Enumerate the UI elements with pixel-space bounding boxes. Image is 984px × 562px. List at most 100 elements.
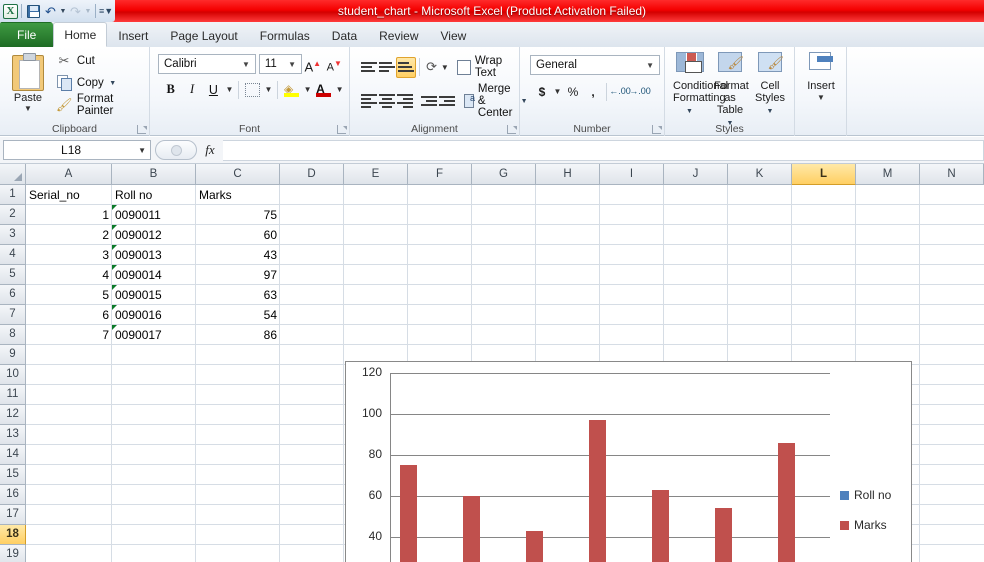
fill-color-dropdown-icon[interactable]: ▼ (302, 79, 313, 100)
align-left-button[interactable] (360, 91, 378, 112)
undo-dropdown-icon[interactable]: ▼ (59, 8, 67, 15)
format-painter-button[interactable]: 🖌 Format Painter (52, 94, 145, 116)
insert-cells-button[interactable]: Insert ▼ (799, 50, 843, 104)
paste-dropdown-icon[interactable]: ▼ (4, 104, 52, 113)
legend-item-roll-no[interactable]: Roll no (840, 488, 891, 502)
align-bottom-button[interactable] (396, 57, 416, 78)
font-name-combo[interactable]: Calibri ▼ (158, 54, 256, 74)
borders-button[interactable] (242, 79, 263, 100)
column-header-j[interactable]: J (664, 164, 728, 185)
bar-marks-1[interactable] (400, 465, 417, 562)
align-center-button[interactable] (378, 91, 396, 112)
undo-icon[interactable]: ↶ (42, 3, 59, 20)
row-header-14[interactable]: 14 (0, 445, 26, 465)
column-header-e[interactable]: E (344, 164, 408, 185)
cell-c8[interactable]: 86 (196, 325, 280, 345)
copy-dropdown-icon[interactable]: ▼ (109, 80, 117, 87)
cell-a1[interactable]: Serial_no (26, 185, 112, 205)
name-box[interactable]: L18 ▼ (3, 140, 151, 160)
row-header-6[interactable]: 6 (0, 285, 26, 305)
column-header-g[interactable]: G (472, 164, 536, 185)
conditional-formatting-dropdown-icon[interactable]: ▼ (686, 106, 694, 118)
cell-styles-dropdown-icon[interactable]: ▼ (766, 106, 774, 118)
cell-b3[interactable]: 0090012 (112, 225, 196, 245)
column-header-l[interactable]: L (792, 164, 856, 185)
column-header-b[interactable]: B (112, 164, 196, 185)
row-header-11[interactable]: 11 (0, 385, 26, 405)
currency-button[interactable]: $ (532, 81, 552, 102)
column-header-d[interactable]: D (280, 164, 344, 185)
row-header-1[interactable]: 1 (0, 185, 26, 205)
insert-function-icon[interactable]: fx (197, 142, 223, 158)
column-header-c[interactable]: C (196, 164, 280, 185)
cell-b8[interactable]: 0090017 (112, 325, 196, 345)
redo-dropdown-icon[interactable]: ▼ (84, 8, 92, 15)
cell-c4[interactable]: 43 (196, 245, 280, 265)
chart-legend[interactable]: Roll no Marks (840, 488, 891, 548)
cell-c7[interactable]: 54 (196, 305, 280, 325)
increase-decimal-button[interactable]: ←.00 (610, 81, 630, 102)
legend-item-marks[interactable]: Marks (840, 518, 891, 532)
grow-font-icon[interactable]: A▲ (302, 54, 323, 74)
column-header-a[interactable]: A (26, 164, 112, 185)
redo-icon[interactable]: ↷ (67, 3, 84, 20)
font-size-combo[interactable]: 11 ▼ (259, 54, 302, 74)
bar-marks-4[interactable] (589, 420, 606, 562)
tab-view[interactable]: View (430, 24, 478, 47)
clipboard-dialog-launcher-icon[interactable] (137, 125, 146, 134)
comma-button[interactable]: , (583, 81, 603, 102)
bar-marks-5[interactable] (652, 490, 669, 562)
save-icon[interactable] (25, 3, 42, 20)
row-header-19[interactable]: 19 (0, 545, 26, 562)
orientation-button[interactable]: ⟳ (423, 57, 441, 78)
bar-marks-2[interactable] (463, 496, 480, 562)
tab-insert[interactable]: Insert (107, 24, 159, 47)
cell-b2[interactable]: 0090011 (112, 205, 196, 225)
shrink-font-icon[interactable]: A▼ (324, 54, 345, 74)
cell-a7[interactable]: 6 (26, 305, 112, 325)
row-header-8[interactable]: 8 (0, 325, 26, 345)
italic-button[interactable]: I (181, 79, 202, 100)
bar-marks-7[interactable] (778, 443, 795, 562)
row-header-17[interactable]: 17 (0, 505, 26, 525)
copy-button[interactable]: Copy ▼ (52, 72, 145, 94)
bar-marks-6[interactable] (715, 508, 732, 562)
alignment-dialog-launcher-icon[interactable] (507, 125, 516, 134)
bold-button[interactable]: B (160, 79, 181, 100)
cell-b1[interactable]: Roll no (112, 185, 196, 205)
row-header-9[interactable]: 9 (0, 345, 26, 365)
font-dialog-launcher-icon[interactable] (337, 125, 346, 134)
row-header-12[interactable]: 12 (0, 405, 26, 425)
cell-b6[interactable]: 0090015 (112, 285, 196, 305)
currency-dropdown-icon[interactable]: ▼ (552, 81, 563, 102)
row-header-18[interactable]: 18 (0, 525, 26, 545)
column-header-m[interactable]: M (856, 164, 920, 185)
row-header-13[interactable]: 13 (0, 425, 26, 445)
fill-color-button[interactable]: ◈ (281, 79, 302, 100)
tab-formulas[interactable]: Formulas (249, 24, 321, 47)
paste-button[interactable]: Paste ▼ (4, 53, 52, 113)
number-format-combo[interactable]: General ▼ (530, 55, 660, 75)
row-header-5[interactable]: 5 (0, 265, 26, 285)
cell-c3[interactable]: 60 (196, 225, 280, 245)
align-right-button[interactable] (396, 91, 414, 112)
column-header-h[interactable]: H (536, 164, 600, 185)
row-header-10[interactable]: 10 (0, 365, 26, 385)
column-header-n[interactable]: N (920, 164, 984, 185)
font-color-button[interactable]: A (313, 79, 334, 100)
cell-a8[interactable]: 7 (26, 325, 112, 345)
tab-file[interactable]: File (0, 22, 53, 47)
cell-a3[interactable]: 2 (26, 225, 112, 245)
formula-input[interactable] (223, 140, 984, 161)
tab-home[interactable]: Home (53, 22, 107, 47)
cell-c5[interactable]: 97 (196, 265, 280, 285)
font-color-dropdown-icon[interactable]: ▼ (334, 79, 345, 100)
wrap-text-button[interactable]: Wrap Text (457, 55, 515, 79)
cell-b5[interactable]: 0090014 (112, 265, 196, 285)
align-top-button[interactable] (360, 57, 378, 78)
column-header-k[interactable]: K (728, 164, 792, 185)
tab-review[interactable]: Review (368, 24, 429, 47)
cell-a6[interactable]: 5 (26, 285, 112, 305)
cell-b7[interactable]: 0090016 (112, 305, 196, 325)
chart-object[interactable]: 0204060801001201234567 Roll noMarks Plot… (345, 361, 912, 562)
